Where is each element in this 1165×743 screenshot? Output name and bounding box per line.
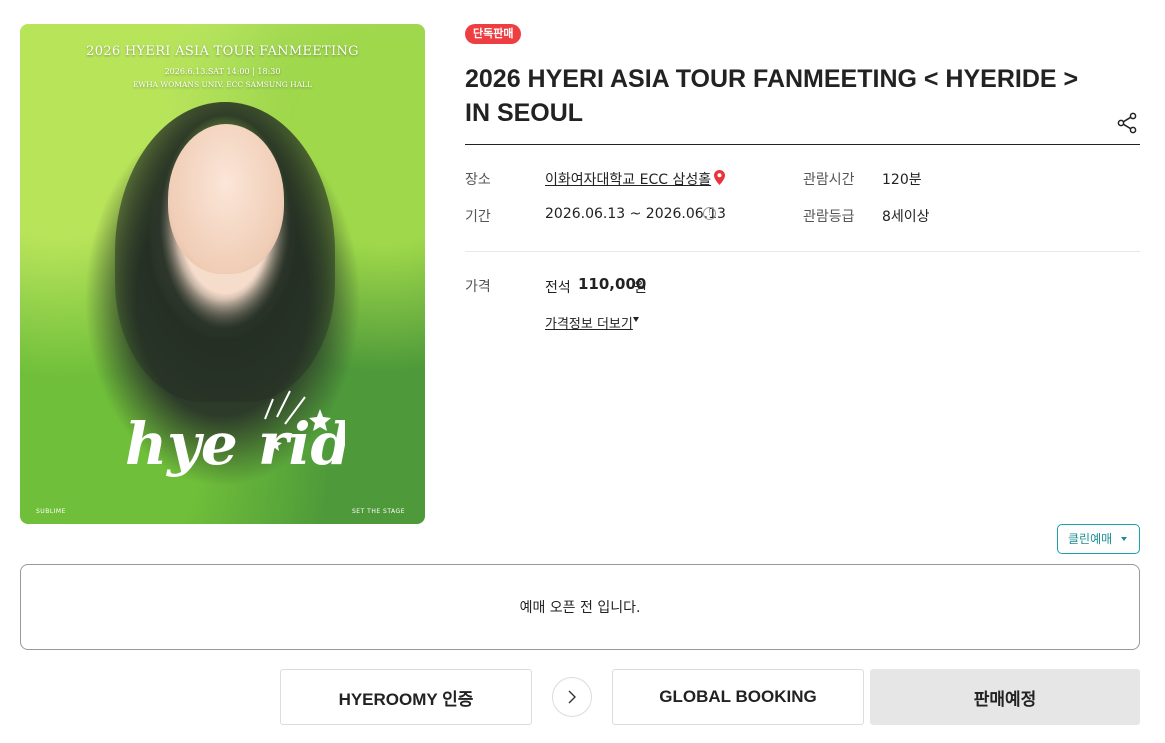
venue-label: 장소 <box>465 172 491 188</box>
poster-face <box>168 124 284 274</box>
poster-date: 2026.6.13.SAT 14:00 | 18:30 <box>164 67 281 76</box>
hyeroomy-verify-button[interactable]: HYEROOMY 인증 <box>280 669 532 725</box>
page-title: 2026 HYERI ASIA TOUR FANMEETING < HYERID… <box>465 62 1105 130</box>
clean-booking-dropdown[interactable]: 클린예매 <box>1057 524 1140 554</box>
poster-image: 2026 HYERI ASIA TOUR FANMEETING 2026.6.1… <box>20 24 425 524</box>
booking-notice-text: 예매 오픈 전 입니다. <box>519 600 641 616</box>
runtime-value: 120분 <box>882 172 922 188</box>
clean-booking-label: 클린예매 <box>1068 532 1113 546</box>
next-step-button[interactable] <box>552 677 592 717</box>
price-label: 가격 <box>465 279 491 295</box>
booking-notice: 예매 오픈 전 입니다. <box>20 564 1140 650</box>
rating-value: 8세이상 <box>882 209 930 225</box>
poster-venue: EWHA WOMANS UNIV. ECC SAMSUNG HALL <box>132 80 313 89</box>
share-icon[interactable] <box>1116 112 1138 134</box>
poster-title: 2026 HYERI ASIA TOUR FANMEETING <box>86 44 359 59</box>
venue-link[interactable]: 이화여자대학교 ECC 삼성홀 <box>545 169 711 189</box>
sale-status-button[interactable]: 판매예정 <box>870 669 1140 725</box>
exclusive-sale-badge: 단독판매 <box>465 24 522 44</box>
sale-status-label: 판매예정 <box>973 689 1037 709</box>
chevron-right-icon <box>568 690 576 704</box>
map-pin-icon[interactable] <box>714 170 725 185</box>
hyeride-logo: hye ride <box>125 390 345 478</box>
runtime-label: 관람시간 <box>803 172 855 188</box>
seat-grade: 전석 <box>545 280 571 296</box>
period-value: 2026.06.13 ~ 2026.06.13 <box>545 206 726 222</box>
rating-label: 관람등급 <box>803 209 855 225</box>
poster-footer-left: SUBLIME <box>36 508 66 515</box>
title-line-1: 2026 HYERI ASIA TOUR FANMEETING < HYERID… <box>465 65 1079 93</box>
period-label: 기간 <box>465 209 491 225</box>
title-divider <box>465 144 1140 145</box>
info-divider <box>465 251 1140 252</box>
chevron-down-icon <box>1121 537 1127 541</box>
title-line-2: IN SEOUL <box>465 99 584 127</box>
global-booking-button[interactable]: GLOBAL BOOKING <box>612 669 864 725</box>
price-unit: 원 <box>634 280 647 296</box>
hyeroomy-verify-label: HYEROOMY 인증 <box>338 689 474 709</box>
poster-footer-right: SET THE STAGE <box>352 508 405 515</box>
info-icon[interactable]: ! <box>703 207 716 220</box>
global-booking-label: GLOBAL BOOKING <box>659 687 817 706</box>
chevron-down-icon <box>633 317 639 322</box>
price-more-link[interactable]: 가격정보 더보기 <box>545 313 633 332</box>
